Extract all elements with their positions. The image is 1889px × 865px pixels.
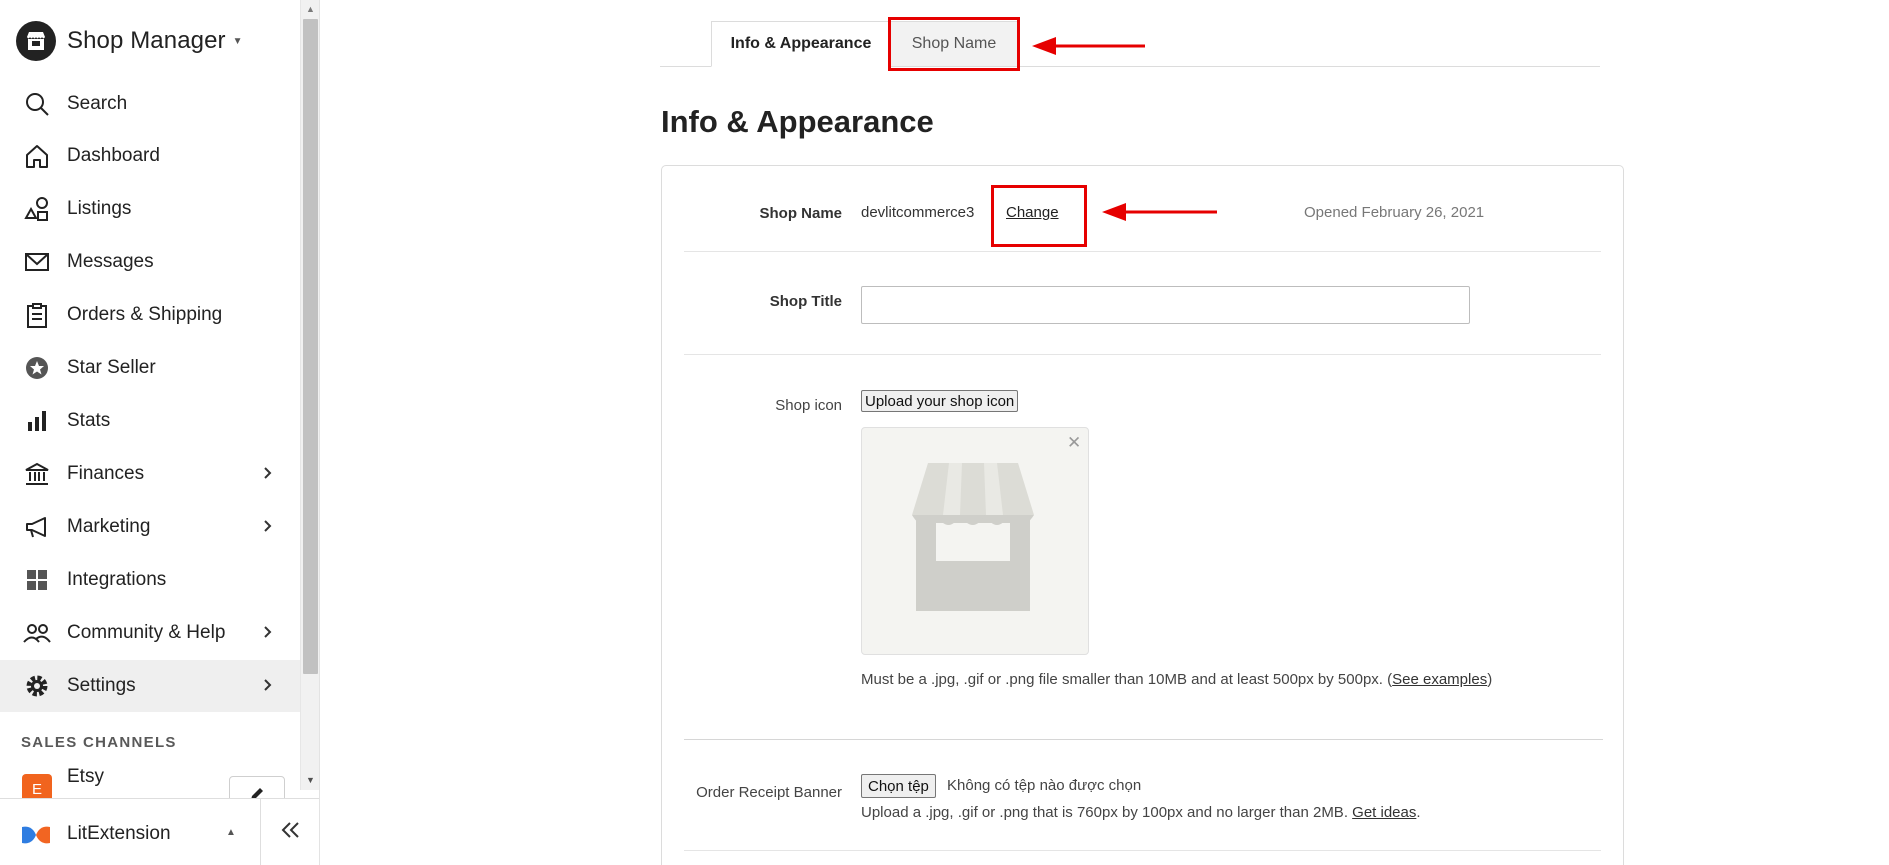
chevron-right-icon: [258, 516, 278, 536]
sidebar-item-label: Listings: [67, 198, 132, 219]
no-file-chosen-text: Không có tệp nào được chọn: [947, 777, 1142, 794]
shop-name-value: devlitcommerce3: [861, 204, 975, 221]
sidebar-scrollbar[interactable]: ▲ ▼: [300, 0, 319, 790]
shop-icon-preview: [861, 427, 1089, 655]
remove-icon-close-icon[interactable]: ✕: [1067, 433, 1081, 453]
annotation-arrow-icon: [1032, 37, 1145, 55]
banner-help-text: Upload a .jpg, .gif or .png that is 760p…: [861, 802, 1561, 823]
upload-shop-icon-button[interactable]: Upload your shop icon: [861, 390, 1019, 412]
shop-title-input[interactable]: [861, 286, 1470, 324]
banner-help-end: .: [1416, 804, 1421, 821]
change-shop-name-link[interactable]: Change: [1006, 204, 1059, 221]
grid-icon: [22, 565, 52, 595]
annotation-arrow-icon: [1102, 203, 1217, 221]
sidebar-item-label: Stats: [67, 410, 111, 431]
info-appearance-panel: [661, 165, 1624, 865]
sales-channels-heading: SALES CHANNELS: [21, 734, 177, 751]
see-examples-link[interactable]: See examples: [1392, 671, 1487, 688]
sidebar-item-label: Finances: [67, 463, 145, 484]
litextension-logo-icon: [20, 821, 52, 849]
sidebar-item-star-seller[interactable]: Star Seller: [0, 342, 300, 394]
sidebar-item-orders-shipping[interactable]: Orders & Shipping: [0, 289, 300, 341]
listings-icon: [22, 194, 52, 224]
sidebar-item-label: Marketing: [67, 516, 151, 537]
scroll-down-arrow-icon[interactable]: ▼: [301, 771, 320, 790]
shop-icon-help-text: Must be a .jpg, .gif or .png file smalle…: [861, 669, 1501, 690]
shop-title-label: Shop Title: [769, 293, 842, 310]
sidebar-footer: LitExtension ▲: [0, 798, 320, 865]
envelope-icon: [22, 247, 52, 277]
row-divider: [684, 354, 1601, 355]
sidebar-item-label: Search: [67, 93, 128, 114]
get-ideas-link[interactable]: Get ideas: [1352, 804, 1416, 821]
sidebar-divider: [319, 0, 320, 865]
clipboard-icon: [22, 300, 52, 330]
order-receipt-banner-label: Order Receipt Banner: [696, 784, 842, 801]
sidebar-item-label: Messages: [67, 251, 154, 272]
scroll-up-arrow-icon[interactable]: ▲: [301, 0, 320, 19]
storefront-placeholder-icon: [912, 463, 1034, 611]
star-badge-icon: [22, 353, 52, 383]
sidebar-item-label: Integrations: [67, 569, 167, 590]
row-divider: [684, 739, 1603, 740]
sidebar-item-label: Community & Help: [67, 622, 226, 643]
gear-icon: [22, 671, 52, 701]
sidebar-item-messages[interactable]: Messages: [0, 236, 300, 288]
sidebar-item-marketing[interactable]: Marketing: [0, 501, 300, 553]
chevron-right-icon: [258, 622, 278, 642]
shop-icon-label: Shop icon: [775, 397, 842, 414]
sidebar-item-label: Settings: [67, 675, 136, 696]
caret-up-icon[interactable]: ▲: [226, 827, 236, 838]
row-divider: [684, 251, 1601, 252]
shop-logo-icon: [16, 21, 56, 61]
shop-manager-title: Shop Manager: [67, 27, 226, 54]
scrollbar-thumb[interactable]: [303, 19, 318, 674]
banner-help-line: Upload a .jpg, .gif or .png that is 760p…: [861, 804, 1348, 821]
sidebar-item-integrations[interactable]: Integrations: [0, 554, 300, 606]
shop-name-label: Shop Name: [759, 205, 842, 222]
sidebar-item-search[interactable]: Search: [0, 78, 300, 130]
bar-chart-icon: [22, 406, 52, 436]
shop-icon-help-end: ): [1487, 671, 1493, 688]
litextension-label[interactable]: LitExtension: [67, 823, 171, 845]
search-icon: [22, 89, 52, 119]
page-title: Info & Appearance: [661, 104, 934, 139]
shop-manager-header[interactable]: Shop Manager ▼: [16, 20, 243, 62]
tab-shop-name[interactable]: Shop Name: [890, 21, 1018, 67]
home-icon: [22, 141, 52, 171]
sidebar-item-label: Dashboard: [67, 145, 160, 166]
chevron-right-icon: [258, 463, 278, 483]
sidebar-item-community-help[interactable]: Community & Help: [0, 607, 300, 659]
bank-icon: [22, 459, 52, 489]
caret-down-icon: ▼: [232, 35, 243, 47]
people-icon: [22, 618, 52, 648]
choose-file-button[interactable]: Chọn tệp: [861, 774, 936, 798]
chevron-right-icon: [258, 675, 278, 695]
sidebar-item-settings[interactable]: Settings: [0, 660, 300, 712]
sidebar-item-dashboard[interactable]: Dashboard: [0, 130, 300, 182]
sidebar: Shop Manager ▼ Search Dashboard Listings…: [0, 0, 320, 865]
opened-date: Opened February 26, 2021: [1304, 204, 1485, 221]
sidebar-item-stats[interactable]: Stats: [0, 395, 300, 447]
sidebar-item-label: Orders & Shipping: [67, 304, 223, 325]
sidebar-item-listings[interactable]: Listings: [0, 183, 300, 235]
etsy-label: Etsy: [67, 766, 104, 787]
collapse-sidebar-button[interactable]: [261, 799, 320, 865]
shop-icon-help-line: Must be a .jpg, .gif or .png file smalle…: [861, 671, 1393, 688]
tab-info-appearance[interactable]: Info & Appearance: [711, 21, 891, 67]
megaphone-icon: [22, 512, 52, 542]
sidebar-item-finances[interactable]: Finances: [0, 448, 300, 500]
row-divider: [684, 850, 1601, 851]
double-chevron-left-icon: [280, 821, 302, 844]
sidebar-item-label: Star Seller: [67, 357, 156, 378]
